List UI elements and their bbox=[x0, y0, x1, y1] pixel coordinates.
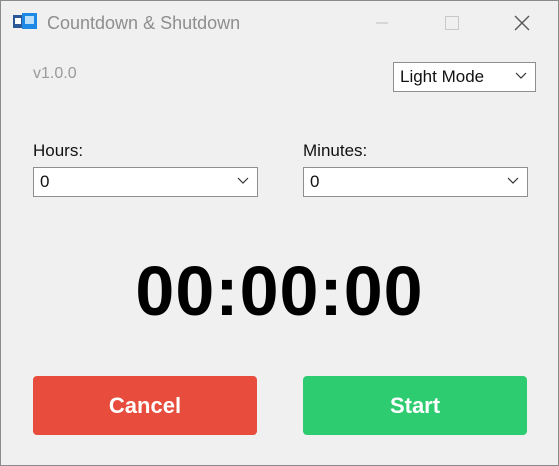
chevron-down-icon bbox=[507, 177, 519, 184]
close-button[interactable] bbox=[499, 1, 545, 45]
theme-mode-value: Light Mode bbox=[400, 67, 485, 86]
minutes-value: 0 bbox=[310, 172, 320, 191]
hours-select[interactable]: 0 bbox=[33, 167, 258, 197]
maximize-button[interactable] bbox=[429, 1, 475, 45]
minimize-icon bbox=[376, 22, 388, 24]
hours-label: Hours: bbox=[33, 141, 84, 160]
countdown-display: 00:00:00 bbox=[135, 252, 424, 330]
version-label: v1.0.0 bbox=[33, 65, 77, 82]
minutes-label: Minutes: bbox=[303, 141, 368, 160]
close-icon bbox=[514, 15, 530, 31]
maximize-icon bbox=[445, 16, 459, 30]
minutes-select[interactable]: 0 bbox=[303, 167, 528, 197]
chevron-down-icon bbox=[237, 177, 249, 184]
app-window: Countdown & Shutdown v1.0.0 Light Mode H… bbox=[0, 0, 559, 466]
app-window-icon bbox=[13, 13, 37, 29]
theme-mode-select[interactable]: Light Mode bbox=[393, 62, 536, 92]
window-title: Countdown & Shutdown bbox=[47, 13, 241, 33]
start-button[interactable]: Start bbox=[303, 376, 527, 435]
chevron-down-icon bbox=[515, 72, 527, 79]
title-bar[interactable]: Countdown & Shutdown bbox=[1, 1, 558, 45]
minimize-button[interactable] bbox=[359, 1, 405, 45]
hours-value: 0 bbox=[40, 172, 50, 191]
cancel-button[interactable]: Cancel bbox=[33, 376, 257, 435]
